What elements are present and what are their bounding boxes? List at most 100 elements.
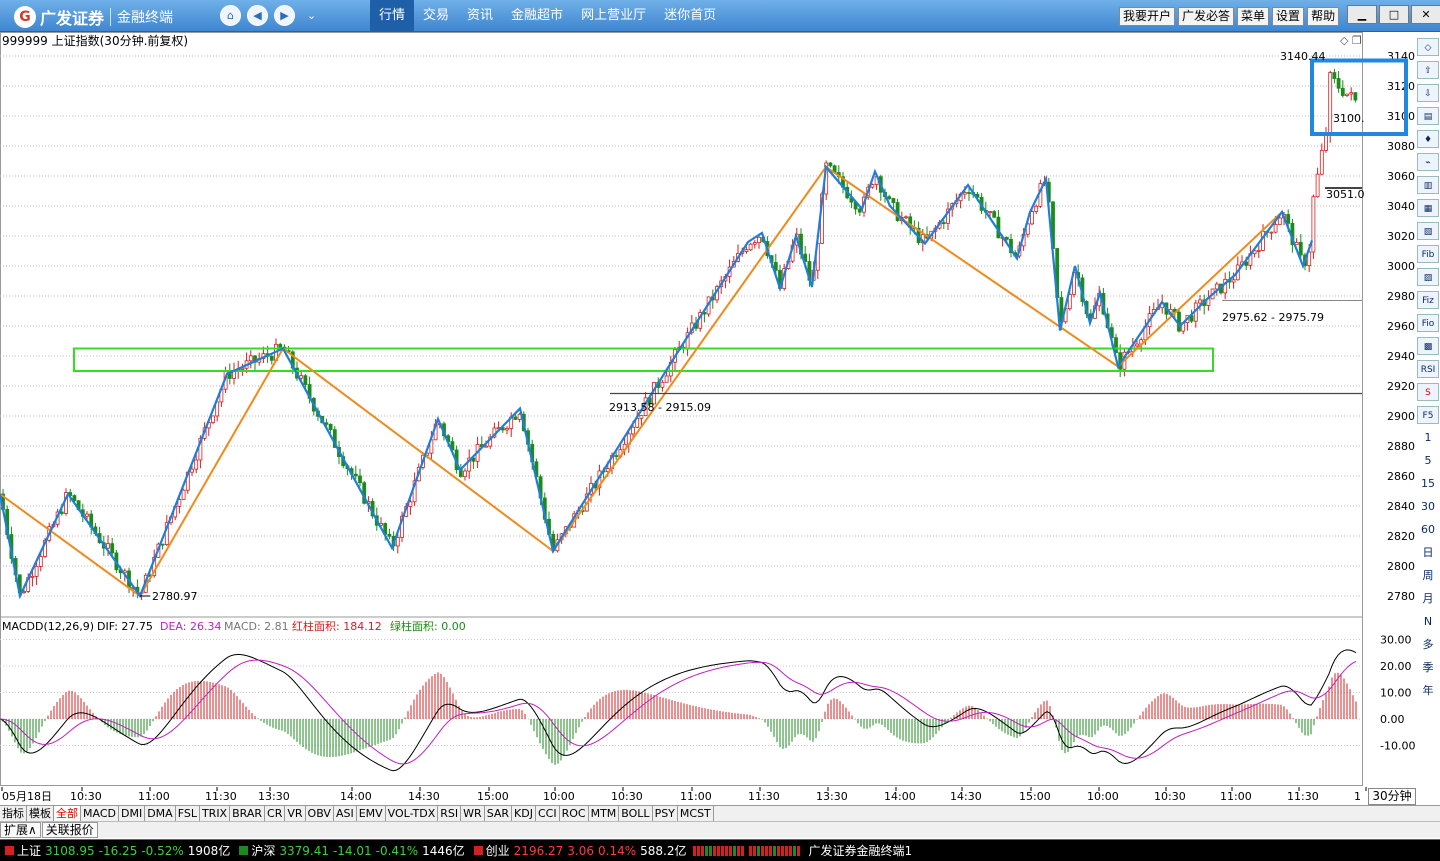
chart-options-icon[interactable]: ◇ ❐ — [1340, 34, 1362, 47]
bottom-tabs: 扩展∧ 关联报价 — [0, 821, 1440, 838]
bottom-tab-1[interactable]: 关联报价 — [41, 822, 98, 838]
right-tool-4[interactable]: 5 — [1417, 452, 1439, 470]
chevron-down-icon[interactable]: ⌄ — [301, 5, 322, 26]
right-tool-11[interactable]: N — [1417, 613, 1439, 631]
candle — [757, 236, 761, 249]
grid-icon[interactable]: ▥ — [1417, 176, 1439, 194]
indicator-tab-roc[interactable]: ROC — [560, 806, 589, 821]
menu-item-1[interactable]: 交易 — [414, 0, 458, 32]
candle — [916, 221, 921, 246]
bars-icon[interactable]: ▩ — [1417, 337, 1439, 355]
fio-icon[interactable]: Fio — [1417, 314, 1439, 332]
indicator-tab-trix[interactable]: TRIX — [200, 806, 231, 821]
indicator-tab-dma[interactable]: DMA — [145, 806, 176, 821]
candle — [685, 327, 690, 356]
indicator-tab-wr[interactable]: WR — [461, 806, 485, 821]
top-bar: G 广发证券 金融终端 ⌂ ◀ ▶ ⌄ 行情 交易 资讯 金融超市 网上营业厅 迷你首页 … — [0, 0, 1440, 32]
macd-macd: MACD: 2.81 — [224, 620, 289, 633]
fiz-icon[interactable]: Fiz — [1417, 291, 1439, 309]
indicator-tab-brar[interactable]: BRAR — [230, 806, 266, 821]
candle — [253, 355, 257, 371]
top-button-1[interactable]: 广发必答 — [1178, 7, 1235, 26]
maximize-icon[interactable]: □ — [1379, 5, 1409, 24]
indicator-tab-vol-tdx[interactable]: VOL-TDX — [386, 806, 439, 821]
wave-icon[interactable]: ▨ — [1417, 268, 1439, 286]
indicator-tab-rsi[interactable]: RSI — [438, 806, 462, 821]
indicator-tab-emv[interactable]: EMV — [357, 806, 386, 821]
menu-item-0[interactable]: 行情 — [370, 0, 415, 32]
indicator-tab-cr[interactable]: CR — [265, 806, 286, 821]
candle — [828, 162, 833, 168]
candle — [946, 202, 950, 230]
x-tick-label: 14:00 — [884, 790, 916, 803]
menu-item-3[interactable]: 金融超市 — [502, 0, 572, 32]
y-tick-label: 2980 — [1387, 290, 1415, 303]
right-tool-5[interactable]: 15 — [1417, 475, 1439, 493]
close-icon[interactable]: ✕ — [1411, 5, 1440, 24]
candle — [752, 240, 757, 249]
home-icon[interactable]: ⌂ — [220, 5, 241, 26]
pattern-icon[interactable]: ▧ — [1417, 222, 1439, 240]
back-icon[interactable]: ◀ — [247, 5, 268, 26]
top-button-2[interactable]: 菜单 — [1237, 7, 1270, 26]
right-tool-3[interactable]: 1 — [1417, 429, 1439, 447]
list-icon[interactable]: ▤ — [1417, 107, 1439, 125]
draw-icon[interactable]: ◇ — [1417, 38, 1439, 56]
up-icon[interactable]: ⇧ — [1417, 61, 1439, 79]
down-icon[interactable]: ⇩ — [1417, 84, 1439, 102]
bottom-tab-0[interactable]: 扩展∧ — [0, 822, 41, 838]
x-tick-label: 10:30 — [611, 790, 643, 803]
right-tool-1[interactable]: S — [1417, 383, 1439, 401]
indicator-tab-mcst[interactable]: MCST — [678, 806, 714, 821]
box-icon[interactable]: ▦ — [1417, 199, 1439, 217]
right-tool-12[interactable]: 多 — [1417, 636, 1439, 654]
indicator-tab-dmi[interactable]: DMI — [119, 806, 146, 821]
macd-y-tick: 30.00 — [1380, 634, 1412, 647]
fib-icon[interactable]: Fib — [1417, 245, 1439, 263]
right-tool-6[interactable]: 30 — [1417, 498, 1439, 516]
right-tool-8[interactable]: 日 — [1417, 544, 1439, 562]
menu-item-4[interactable]: 网上营业厅 — [572, 0, 655, 32]
signal-icon[interactable]: ♦ — [1417, 130, 1439, 148]
indicator-tab-模板[interactable]: 模板 — [27, 806, 54, 821]
candle — [1223, 272, 1228, 300]
indicator-tab-psy[interactable]: PSY — [653, 806, 678, 821]
indicator-tab-macd[interactable]: MACD — [81, 806, 119, 821]
indicator-tab-fsl[interactable]: FSL — [176, 806, 200, 821]
right-tool-13[interactable]: 季 — [1417, 659, 1439, 677]
indicator-tab-全部[interactable]: 全部 — [54, 806, 81, 821]
kline-chart[interactable]: 2780 2800 2820 2840 2860 2880 2900 2920 2940 2960… — [0, 32, 1416, 805]
right-tool-0[interactable]: RSI — [1417, 360, 1439, 378]
menu-item-2[interactable]: 资讯 — [458, 0, 502, 32]
indicator-tab-mtm[interactable]: MTM — [589, 806, 620, 821]
candle — [1349, 87, 1354, 101]
right-tool-14[interactable]: 年 — [1417, 682, 1439, 700]
y-tick-label: 3080 — [1387, 140, 1415, 153]
top-button-0[interactable]: 我要开户 — [1119, 7, 1176, 26]
indicator-tab-boll[interactable]: BOLL — [619, 806, 653, 821]
trend-icon[interactable]: ⌁ — [1417, 153, 1439, 171]
indicator-tab-asi[interactable]: ASI — [334, 806, 357, 821]
right-tool-2[interactable]: F5 — [1417, 406, 1439, 424]
right-tool-10[interactable]: 月 — [1417, 590, 1439, 608]
cy-amount: 588.2亿 — [640, 844, 687, 858]
candle — [1332, 68, 1337, 84]
indicator-tab-指标[interactable]: 指标 — [0, 806, 27, 821]
indicator-tab-vr[interactable]: VR — [285, 806, 306, 821]
forward-icon[interactable]: ▶ — [274, 5, 295, 26]
zigzag-blue-line — [0, 164, 1314, 600]
top-button-3[interactable]: 设置 — [1272, 7, 1305, 26]
right-tool-7[interactable]: 60 — [1417, 521, 1439, 539]
indicator-tab-cci[interactable]: CCI — [536, 806, 560, 821]
x-tick-label: 05月18日 — [2, 790, 52, 803]
right-tool-9[interactable]: 周 — [1417, 567, 1439, 585]
sz-percent: -0.41% — [375, 843, 419, 858]
top-button-4[interactable]: 帮助 — [1307, 7, 1340, 26]
indicator-tab-sar[interactable]: SAR — [485, 806, 513, 821]
period-selector[interactable]: 30分钟 — [1368, 788, 1416, 805]
minimize-icon[interactable]: ▁ — [1347, 5, 1377, 24]
cy-name: 创业 — [485, 844, 510, 858]
menu-item-5[interactable]: 迷你首页 — [655, 0, 725, 32]
indicator-tab-kdj[interactable]: KDJ — [512, 806, 536, 821]
indicator-tab-obv[interactable]: OBV — [306, 806, 334, 821]
